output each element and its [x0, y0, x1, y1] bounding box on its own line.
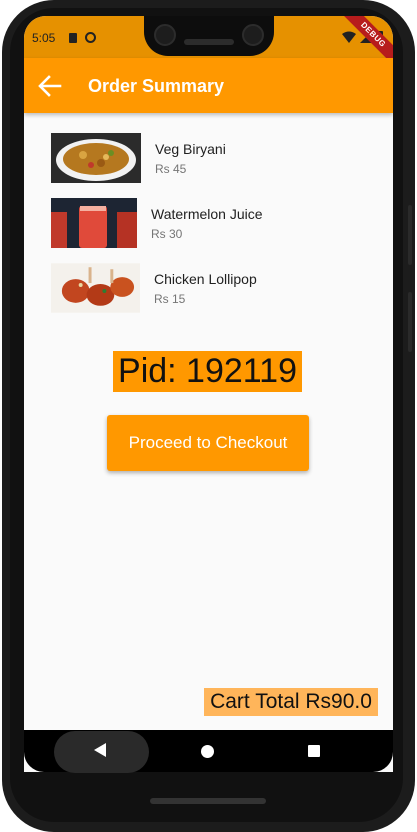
app-bar: Order Summary [24, 58, 393, 113]
item-price: Rs 15 [154, 291, 186, 306]
cart-total: Cart Total Rs90.0 [204, 688, 378, 716]
back-arrow-icon[interactable] [36, 72, 64, 100]
sd-card-icon [69, 33, 77, 43]
nav-recents-icon[interactable] [308, 745, 320, 757]
item-name: Veg Biryani [155, 140, 226, 157]
camera-notch [144, 16, 274, 56]
sync-icon [85, 32, 96, 43]
veg-biryani-image [51, 133, 141, 183]
item-name: Watermelon Juice [151, 205, 263, 222]
status-time: 5:05 [32, 31, 56, 45]
order-pid: Pid: 192119 [113, 351, 302, 392]
list-item: Veg Biryani Rs 45 [51, 132, 226, 184]
item-name: Chicken Lollipop [154, 270, 257, 287]
item-price: Rs 45 [155, 161, 187, 176]
earpiece-speaker [184, 39, 234, 45]
nav-back-icon[interactable] [94, 743, 106, 757]
front-camera-icon [154, 24, 176, 46]
list-item: Watermelon Juice Rs 30 [51, 197, 263, 249]
system-nav-bar [24, 730, 393, 773]
proceed-to-checkout-button[interactable]: Proceed to Checkout [107, 415, 309, 471]
volume-button [408, 292, 412, 352]
list-item: Chicken Lollipop Rs 15 [51, 262, 257, 314]
watermelon-juice-image [51, 198, 137, 248]
page-title: Order Summary [88, 76, 225, 96]
phone-frame: 5:05 DEBUG Order Summary Veg Biryani Rs … [0, 0, 417, 832]
nav-home-icon[interactable] [201, 745, 214, 758]
bottom-speaker-grille [150, 798, 266, 804]
power-button [408, 205, 412, 265]
item-price: Rs 30 [151, 226, 183, 241]
chicken-lollipop-image [51, 263, 140, 313]
front-sensor-icon [242, 24, 264, 46]
wifi-icon [342, 31, 356, 43]
app-screen: 5:05 DEBUG Order Summary Veg Biryani Rs … [24, 16, 393, 772]
